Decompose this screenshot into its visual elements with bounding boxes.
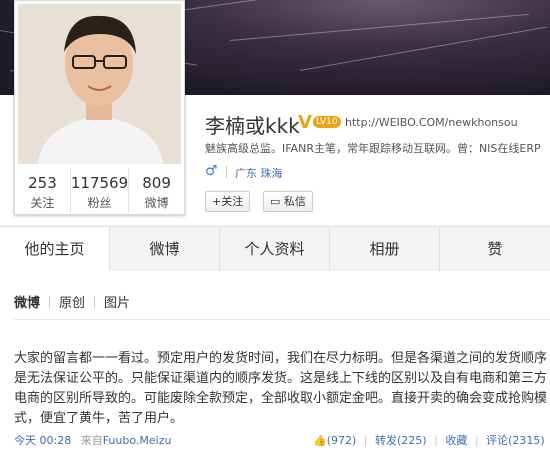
male-gender-icon: ♂ bbox=[205, 163, 218, 179]
tab-album[interactable]: 相册 bbox=[330, 227, 440, 271]
stat-followers[interactable]: 117569 粉丝 bbox=[70, 169, 130, 213]
message-button-label: 私信 bbox=[283, 195, 306, 208]
stat-following[interactable]: 253 关注 bbox=[15, 169, 71, 213]
message-button[interactable]: ▭ 私信 bbox=[263, 191, 313, 212]
stat-followers-count: 117569 bbox=[70, 174, 129, 192]
stat-posts[interactable]: 809 微博 bbox=[129, 169, 184, 213]
stat-posts-label: 微博 bbox=[144, 196, 169, 210]
filter-all[interactable]: 微博 bbox=[14, 292, 40, 311]
post-actions: 👍(972) | 转发(225) | 收藏 | 评论(2315) bbox=[313, 432, 545, 448]
feed-filter: 微博 原创 图片 bbox=[14, 292, 130, 311]
divider bbox=[49, 295, 51, 308]
verified-icon[interactable]: V bbox=[298, 112, 312, 133]
tab-likes[interactable]: 赞 bbox=[440, 227, 550, 271]
level-badge[interactable]: LV10 bbox=[313, 116, 341, 128]
filter-original[interactable]: 原创 bbox=[59, 292, 85, 311]
comment-button[interactable]: 评论(2315) bbox=[486, 434, 545, 447]
message-icon: ▭ bbox=[270, 195, 281, 208]
stat-following-label: 关注 bbox=[30, 196, 55, 210]
profile-name: 李楠或kkk bbox=[205, 114, 300, 138]
repost-button[interactable]: 转发(225) bbox=[375, 434, 427, 447]
thumbs-up-icon: 👍 bbox=[313, 434, 327, 447]
tab-weibo[interactable]: 微博 bbox=[110, 227, 220, 271]
profile-location[interactable]: 广东 珠海 bbox=[235, 165, 283, 181]
tab-home[interactable]: 他的主页 bbox=[0, 227, 110, 272]
profile-url-link[interactable]: http://WEIBO.COM/newkhonsou bbox=[345, 116, 518, 129]
like-count: (972) bbox=[326, 434, 357, 447]
profile-bio: 魅族高级总监。IFANR主笔，常年跟踪移动互联网。曾：NIS在线ERP bbox=[205, 142, 541, 155]
favorite-button[interactable]: 收藏 bbox=[445, 434, 467, 447]
feed-panel: 微博 原创 图片 大家的留言都一一看过。预定用户的发货时间，我们在尽力标明。但是… bbox=[0, 271, 550, 456]
profile-tabs: 他的主页 微博 个人资料 相册 赞 bbox=[0, 226, 550, 272]
stat-posts-count: 809 bbox=[142, 174, 171, 192]
post-source-prefix: 来自 bbox=[80, 434, 103, 447]
stat-followers-label: 粉丝 bbox=[87, 196, 112, 210]
divider bbox=[94, 295, 96, 308]
avatar-photo-icon bbox=[18, 4, 181, 164]
avatar[interactable] bbox=[18, 4, 181, 164]
post-meta: 今天 00:28 来自Fuubo.Meizu bbox=[14, 432, 171, 448]
filter-images[interactable]: 图片 bbox=[104, 292, 130, 311]
avatar-card: 253 关注 117569 粉丝 809 微博 bbox=[14, 0, 185, 215]
divider: | bbox=[474, 434, 479, 447]
stat-following-count: 253 bbox=[28, 174, 57, 192]
profile-stats: 253 关注 117569 粉丝 809 微博 bbox=[15, 169, 184, 213]
like-button[interactable]: 👍(972) bbox=[313, 434, 356, 447]
divider bbox=[226, 166, 227, 178]
post-source-link[interactable]: Fuubo.Meizu bbox=[103, 434, 172, 447]
post-time-link[interactable]: 今天 00:28 bbox=[14, 434, 71, 447]
tab-profile-info[interactable]: 个人资料 bbox=[220, 227, 330, 271]
post-text: 大家的留言都一一看过。预定用户的发货时间，我们在尽力标明。但是各渠道之间的发货顺… bbox=[14, 351, 548, 426]
follow-button[interactable]: +关注 bbox=[205, 191, 251, 212]
divider bbox=[14, 319, 550, 320]
divider: | bbox=[434, 434, 438, 447]
divider: | bbox=[363, 434, 368, 447]
